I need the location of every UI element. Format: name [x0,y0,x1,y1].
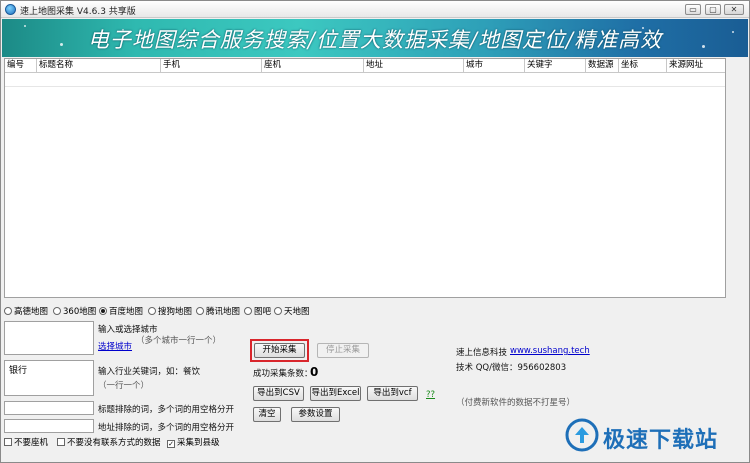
radio-gaode[interactable]: 高德地图 [4,306,48,318]
export-csv-button[interactable]: 导出到CSV [253,386,304,401]
watermark-text: 极速下载站 [603,428,719,453]
radio-tianditu[interactable]: 天地图 [274,306,310,318]
radio-circle-icon [148,307,156,315]
checkbox-no-contact[interactable]: 不要没有联系方式的数据 [57,437,161,449]
app-window: 速上地图采集 V4.6.3 共享版 ▭ ▢ ✕ 电子地图综合服务搜索/位置大数据… [0,0,750,463]
title-exclude-input[interactable] [4,401,94,415]
keyword-input[interactable]: 银行 [4,360,94,396]
radio-tencent[interactable]: 腾讯地图 [196,306,240,318]
address-exclude-label: 地址排除的词，多个词的用空格分开 [98,423,235,433]
radio-sogou[interactable]: 搜狗地图 [148,306,192,318]
title-exclude-label: 标题排除的词，多个词的用空格分开 [98,405,235,415]
radio-tuba[interactable]: 图吧 [244,306,271,318]
start-collect-button[interactable]: 开始采集 [254,343,305,358]
city-input[interactable] [4,321,94,355]
radio-circle-icon [4,307,12,315]
column-header-coordinates[interactable]: 坐标 [619,59,667,73]
success-count-label: 成功采集条数： [253,369,313,379]
help-link[interactable]: ?? [426,390,435,400]
keyword-label: 输入行业关键词，如：餐饮 [98,367,201,377]
column-header-address[interactable]: 地址 [364,59,464,73]
close-button[interactable]: ✕ [724,4,744,15]
download-logo-icon [565,418,599,452]
app-globe-icon [5,4,16,15]
radio-circle-icon [53,307,61,315]
stop-collect-button[interactable]: 停止采集 [317,343,369,358]
column-header-keyword[interactable]: 关键字 [525,59,586,73]
header-banner: 电子地图综合服务搜索/位置大数据采集/地图定位/精准高效 [2,19,748,57]
radio-360[interactable]: 360地图 [53,306,96,318]
table-row[interactable] [5,73,725,87]
window-title: 速上地图采集 V4.6.3 共享版 [20,7,136,17]
radio-circle-icon [274,307,282,315]
radio-circle-icon [244,307,252,315]
column-header-city[interactable]: 城市 [464,59,525,73]
company-note: （付费新软件的数据不打星号） [456,398,576,408]
clear-button[interactable]: 清空 [253,407,281,422]
column-header-source-url[interactable]: 来源网址 [667,59,725,73]
radio-circle-icon [196,307,204,315]
export-excel-button[interactable]: 导出到Excel [310,386,361,401]
city-hint: （多个城市一行一个） [136,336,222,346]
checkbox-empty-icon [4,438,12,446]
column-header-mobile[interactable]: 手机 [161,59,262,73]
success-count-value: 0 [310,365,319,379]
column-header-id[interactable]: 编号 [5,59,37,73]
column-header-phone[interactable]: 座机 [262,59,364,73]
keyword-hint: （一行一个） [98,381,150,391]
checkbox-no-landline[interactable]: 不要座机 [4,437,48,449]
radio-baidu[interactable]: 百度地图 [99,306,143,318]
minimize-button[interactable]: ▭ [685,4,701,15]
checkbox-checked-icon: ✓ [167,440,175,448]
maximize-button[interactable]: ▢ [705,4,721,15]
company-website-link[interactable]: www.sushang.tech [510,346,590,356]
banner-slogan: 电子地图综合服务搜索/位置大数据采集/地图定位/精准高效 [87,28,663,52]
checkbox-empty-icon [57,438,65,446]
checkbox-county-level[interactable]: ✓ 采集到县级 [167,437,220,449]
settings-button[interactable]: 参数设置 [291,407,340,422]
results-table[interactable]: 编号 标题名称 手机 座机 地址 城市 关键字 数据源 坐标 来源网址 [4,58,726,298]
radio-selected-icon [99,307,107,315]
address-exclude-input[interactable] [4,419,94,433]
export-vcf-button[interactable]: 导出到vcf [367,386,418,401]
column-header-source[interactable]: 数据源 [586,59,619,73]
select-city-link[interactable]: 选择城市 [98,340,132,352]
download-site-watermark: 极速下载站 [563,418,731,453]
company-contact: 技术 QQ/微信：956602803 [456,363,567,373]
company-name: 速上信息科技 [456,348,508,358]
table-header: 编号 标题名称 手机 座机 地址 城市 关键字 数据源 坐标 来源网址 [5,59,725,73]
column-header-title[interactable]: 标题名称 [37,59,161,73]
title-bar: 速上地图采集 V4.6.3 共享版 ▭ ▢ ✕ [1,1,749,18]
